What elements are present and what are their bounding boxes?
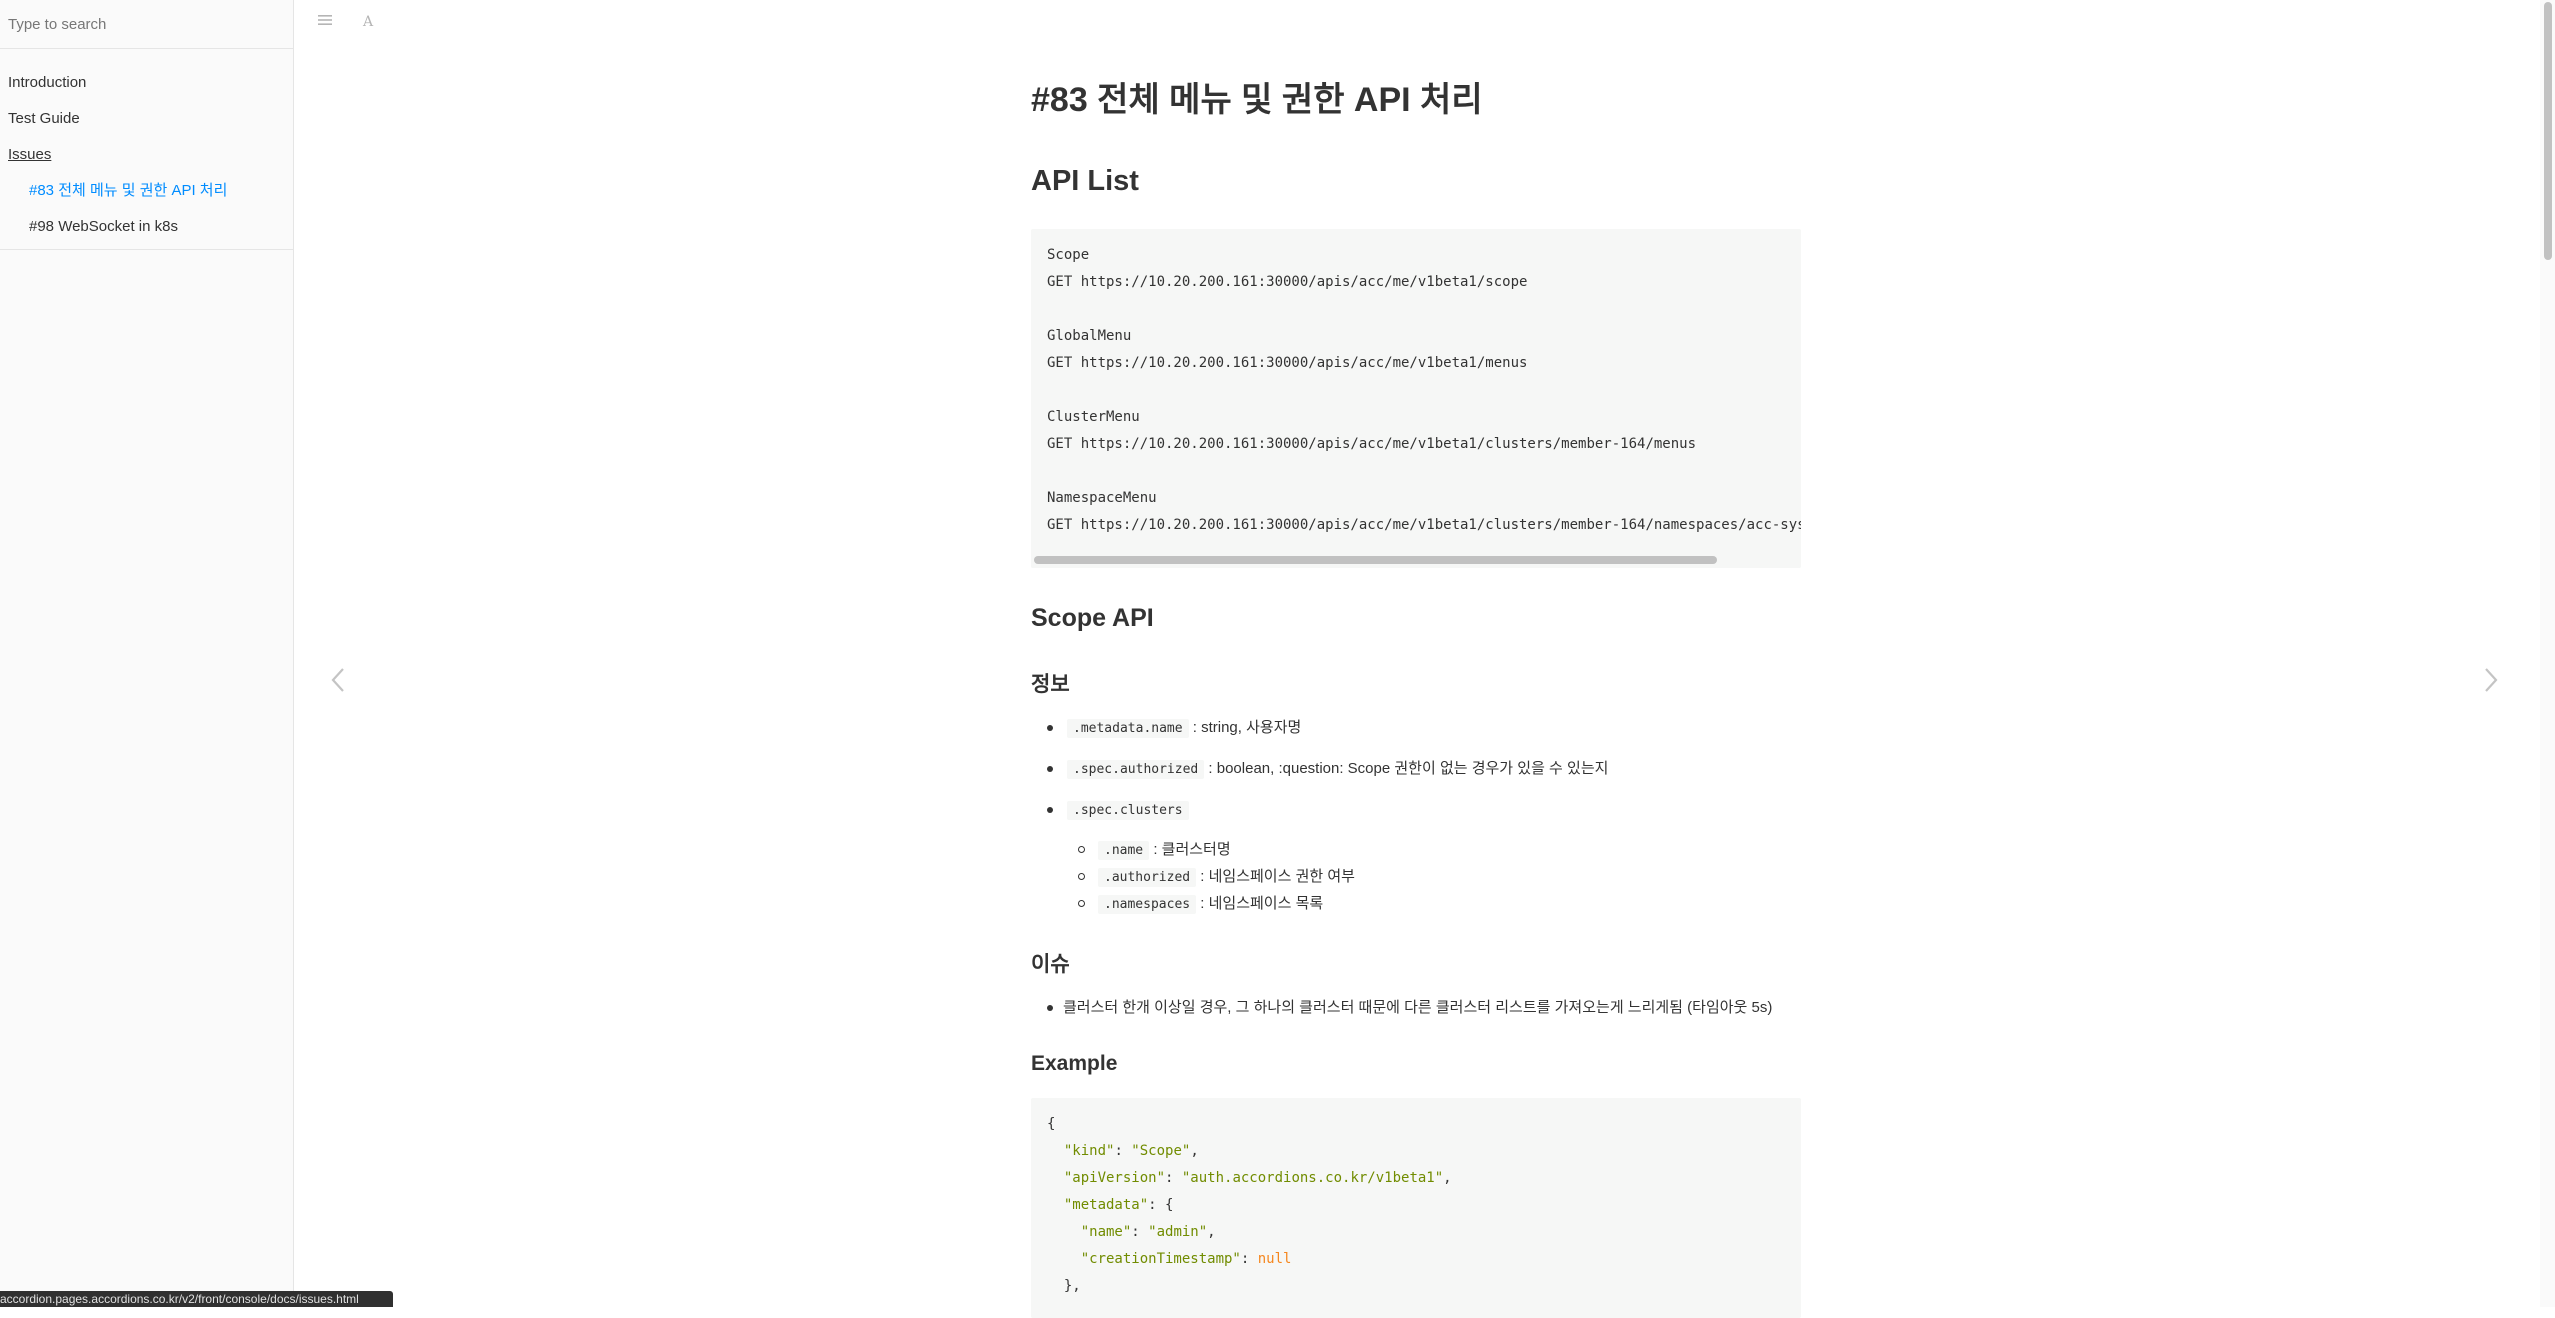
prev-page-icon[interactable] (330, 665, 346, 699)
code-line (1031, 296, 1801, 323)
code-line (1031, 377, 1801, 404)
code-line: { (1031, 1111, 1801, 1138)
info-heading: 정보 (1031, 668, 1070, 698)
list-item-text: : boolean, :question: Scope 권한이 없는 경우가 있… (1208, 760, 1608, 777)
list-item: .namespaces : 네임스페이스 목록 (1031, 893, 1355, 920)
list-item-text: : 네임스페이스 권한 여부 (1200, 868, 1355, 885)
json-key: "apiVersion" (1064, 1170, 1165, 1186)
page-scrollbar[interactable] (2540, 0, 2555, 1307)
book-header-toolbar: A (295, 0, 2535, 44)
bullet-dot (1047, 1005, 1053, 1011)
api-list-code-block[interactable]: Scope GET https://10.20.200.161:30000/ap… (1031, 229, 1801, 568)
list-item: .name : 클러스터명 (1031, 839, 1355, 866)
toc-item-issues[interactable]: Issues (0, 137, 293, 173)
code-line: "creationTimestamp": null (1031, 1246, 1801, 1273)
inline-code: .name (1098, 841, 1149, 860)
hamburger-icon-svg (318, 14, 332, 26)
bullet-dot (1047, 807, 1053, 813)
status-url-tooltip: accordion.pages.accordions.co.kr/v2/fron… (0, 1291, 393, 1307)
json-string: "admin" (1148, 1224, 1207, 1240)
toc-item-test-guide[interactable]: Test Guide (0, 101, 293, 137)
bullet-dot (1047, 725, 1053, 731)
api-list-heading: API List (1031, 165, 1139, 198)
hamburger-icon[interactable] (315, 12, 335, 32)
example-heading: Example (1031, 1052, 1117, 1076)
code-line: NamespaceMenu (1031, 485, 1801, 512)
code-line: GET https://10.20.200.161:30000/apis/acc… (1031, 431, 1801, 458)
inline-code: .namespaces (1098, 895, 1196, 914)
list-item: 클러스터 한개 이상일 경우, 그 하나의 클러스터 때문에 다른 클러스터 리… (1031, 997, 1772, 1019)
page-title: #83 전체 메뉴 및 권한 API 처리 (1031, 72, 1483, 121)
bullet-circle (1078, 846, 1085, 853)
json-null: null (1258, 1251, 1292, 1267)
list-item: .authorized : 네임스페이스 권한 여부 (1031, 866, 1355, 893)
code-line: GlobalMenu (1031, 323, 1801, 350)
list-item-text: : string, 사용자명 (1193, 719, 1302, 736)
code-line: "name": "admin", (1031, 1219, 1801, 1246)
code-line: GET https://10.20.200.161:30000/apis/acc… (1031, 512, 1801, 539)
search-bar (0, 0, 293, 49)
list-item-text: 클러스터 한개 이상일 경우, 그 하나의 클러스터 때문에 다른 클러스터 리… (1063, 999, 1772, 1016)
code-line: "metadata": { (1031, 1192, 1801, 1219)
chevron-right-icon (2483, 667, 2499, 693)
bullet-circle (1078, 873, 1085, 880)
bullet-dot (1047, 766, 1053, 772)
search-input[interactable] (0, 16, 293, 33)
example-code-block[interactable]: { "kind": "Scope", "apiVersion": "auth.a… (1031, 1098, 1801, 1318)
list-item-text: : 네임스페이스 목록 (1200, 895, 1323, 912)
inline-code: .authorized (1098, 868, 1196, 887)
code-text: }, (1064, 1278, 1081, 1294)
json-string: "Scope" (1131, 1143, 1190, 1159)
json-key: "creationTimestamp" (1081, 1251, 1241, 1267)
code-line: ClusterMenu (1031, 404, 1801, 431)
list-item: .metadata.name : string, 사용자명 (1031, 717, 1608, 758)
issue-list: 클러스터 한개 이상일 경우, 그 하나의 클러스터 때문에 다른 클러스터 리… (1031, 997, 1772, 1019)
bullet-circle (1078, 900, 1085, 907)
code-line: }, (1031, 1273, 1801, 1300)
book-summary-sidebar: Introduction Test Guide Issues #83 전체 메뉴… (0, 0, 294, 1307)
table-of-contents: Introduction Test Guide Issues #83 전체 메뉴… (0, 49, 293, 245)
code-line: GET https://10.20.200.161:30000/apis/acc… (1031, 350, 1801, 377)
font-settings-icon[interactable]: A (358, 12, 378, 32)
json-string: "auth.accordions.co.kr/v1beta1" (1182, 1170, 1443, 1186)
code-line: GET https://10.20.200.161:30000/apis/acc… (1031, 269, 1801, 296)
json-key: "kind" (1064, 1143, 1115, 1159)
next-page-icon[interactable] (2483, 665, 2499, 699)
cluster-fields-list: .name : 클러스터명 .authorized : 네임스페이스 권한 여부… (1031, 839, 1355, 920)
inline-code: .metadata.name (1067, 719, 1189, 738)
json-key: "metadata" (1064, 1197, 1148, 1213)
list-item: .spec.clusters (1031, 799, 1608, 840)
issue-heading: 이슈 (1031, 948, 1070, 978)
toc-divider (0, 249, 293, 250)
inline-code: .spec.authorized (1067, 760, 1204, 779)
list-item-text: : 클러스터명 (1153, 841, 1230, 858)
code-scroll-track (1031, 552, 1801, 568)
inline-code: .spec.clusters (1067, 801, 1189, 820)
page-scrollbar-thumb[interactable] (2544, 2, 2552, 260)
scope-api-heading: Scope API (1031, 604, 1154, 633)
code-line: "apiVersion": "auth.accordions.co.kr/v1b… (1031, 1165, 1801, 1192)
info-list: .metadata.name : string, 사용자명 .spec.auth… (1031, 717, 1608, 840)
toc-item-issue-98[interactable]: #98 WebSocket in k8s (0, 209, 293, 245)
json-key: "name" (1081, 1224, 1132, 1240)
code-line (1031, 458, 1801, 485)
code-text: { (1047, 1116, 1055, 1132)
code-horizontal-scrollbar[interactable] (1034, 556, 1717, 564)
toc-item-issue-83[interactable]: #83 전체 메뉴 및 권한 API 처리 (0, 173, 293, 209)
code-line: "kind": "Scope", (1031, 1138, 1801, 1165)
chevron-left-icon (330, 667, 346, 693)
list-item: .spec.authorized : boolean, :question: S… (1031, 758, 1608, 799)
toc-item-introduction[interactable]: Introduction (0, 65, 293, 101)
code-line: Scope (1031, 242, 1801, 269)
